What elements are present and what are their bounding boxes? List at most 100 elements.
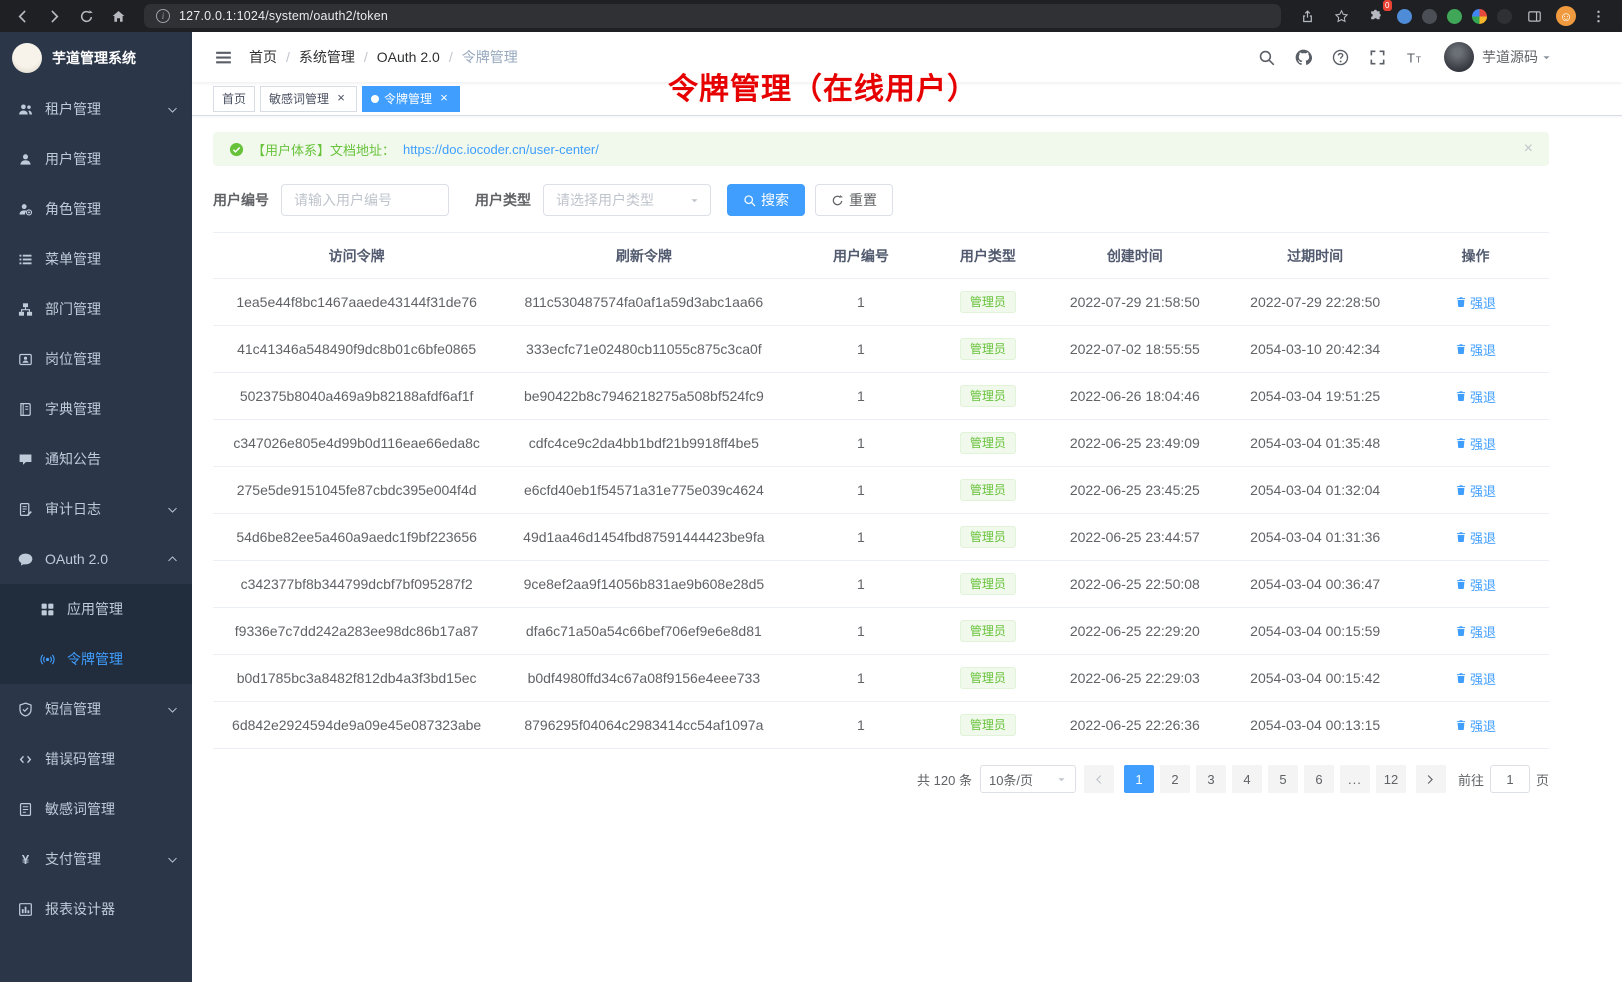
user-type-select[interactable]: 请选择用户类型: [543, 184, 711, 216]
extension-gray-icon[interactable]: [1422, 9, 1437, 24]
home-icon[interactable]: [106, 4, 130, 28]
page-12-button[interactable]: 12: [1376, 765, 1406, 793]
user-id-cell: 1: [787, 467, 934, 514]
table-row: 54d6be82ee5a460a9aedc1f9bf22365649d1aa46…: [213, 514, 1549, 561]
reset-button[interactable]: 重置: [815, 184, 893, 216]
page-size-select[interactable]: 10条/页: [980, 765, 1076, 793]
sidebar-item-role[interactable]: 角色管理: [0, 184, 192, 234]
fullscreen-icon[interactable]: [1360, 49, 1395, 66]
sidebar-item-oauth2-token[interactable]: 令牌管理: [0, 634, 192, 684]
sidebar-item-errcode[interactable]: 错误码管理: [0, 734, 192, 784]
access-token-cell: 1ea5e44f8bc1467aaede43144f31de76: [213, 279, 500, 326]
sidebar-item-dict[interactable]: 字典管理: [0, 384, 192, 434]
delete-icon: [1455, 389, 1467, 404]
sidebar-item-report[interactable]: 报表设计器: [0, 884, 192, 934]
side-panel-icon[interactable]: [1522, 4, 1546, 28]
user-type-badge: 管理员: [960, 291, 1016, 313]
tab-首页[interactable]: 首页: [213, 86, 255, 112]
help-icon[interactable]: [1323, 49, 1358, 66]
tab-令牌管理[interactable]: 令牌管理×: [362, 86, 460, 112]
expire-time-cell: 2054-03-04 00:15:59: [1228, 608, 1402, 655]
pager-ellipsis[interactable]: ...: [1340, 765, 1370, 793]
reload-icon[interactable]: [74, 4, 98, 28]
sidebar-item-dept[interactable]: 部门管理: [0, 284, 192, 334]
browser-menu-icon[interactable]: [1586, 4, 1610, 28]
access-token-cell: 502375b8040a469a9b82188afdf6af1f: [213, 373, 500, 420]
breadcrumb: 首页/系统管理/OAuth 2.0/令牌管理: [249, 47, 518, 67]
bookmark-star-icon[interactable]: [1329, 4, 1353, 28]
search-icon[interactable]: [1249, 49, 1284, 66]
github-icon[interactable]: [1286, 49, 1321, 66]
sidebar-item-menu[interactable]: 菜单管理: [0, 234, 192, 284]
sidebar-item-label: 支付管理: [45, 849, 167, 869]
force-logout-button[interactable]: 强退: [1455, 669, 1496, 688]
page-3-button[interactable]: 3: [1196, 765, 1226, 793]
hamburger-icon[interactable]: [206, 48, 241, 67]
force-logout-button[interactable]: 强退: [1455, 434, 1496, 453]
share-icon[interactable]: [1295, 4, 1319, 28]
user-id-cell: 1: [787, 514, 934, 561]
close-icon[interactable]: ×: [1524, 140, 1533, 158]
profile-avatar[interactable]: ☺: [1556, 6, 1576, 26]
force-logout-button[interactable]: 强退: [1455, 716, 1496, 735]
sidebar-item-log[interactable]: 审计日志: [0, 484, 192, 534]
force-logout-button[interactable]: 强退: [1455, 340, 1496, 359]
back-icon[interactable]: [10, 4, 34, 28]
access-token-cell: 54d6be82ee5a460a9aedc1f9bf223656: [213, 514, 500, 561]
page-5-button[interactable]: 5: [1268, 765, 1298, 793]
page-6-button[interactable]: 6: [1304, 765, 1334, 793]
sidebar-item-label: 部门管理: [45, 299, 178, 319]
force-logout-button[interactable]: 强退: [1455, 293, 1496, 312]
force-logout-button[interactable]: 强退: [1455, 387, 1496, 406]
page-2-button[interactable]: 2: [1160, 765, 1190, 793]
search-button[interactable]: 搜索: [727, 184, 805, 216]
column-header: 用户类型: [934, 233, 1041, 279]
fontsize-icon[interactable]: TT: [1397, 49, 1432, 66]
page-4-button[interactable]: 4: [1232, 765, 1262, 793]
next-page-button[interactable]: [1416, 765, 1446, 793]
sidebar-item-tenant[interactable]: 租户管理: [0, 84, 192, 134]
forward-icon[interactable]: [42, 4, 66, 28]
force-logout-button[interactable]: 强退: [1455, 622, 1496, 641]
column-header: 访问令牌: [213, 233, 500, 279]
close-icon[interactable]: ×: [437, 92, 451, 106]
sidebar-item-oauth2-app[interactable]: 应用管理: [0, 584, 192, 634]
prev-page-button[interactable]: [1084, 765, 1114, 793]
sidebar-item-pay[interactable]: ¥支付管理: [0, 834, 192, 884]
user-avatar[interactable]: [1444, 42, 1474, 72]
user-type-badge: 管理员: [960, 479, 1016, 501]
sidebar-item-label: 错误码管理: [45, 749, 178, 769]
force-logout-button[interactable]: 强退: [1455, 481, 1496, 500]
goto-page-input[interactable]: [1490, 765, 1530, 793]
extension-blue-icon[interactable]: [1397, 9, 1412, 24]
refresh-token-cell: cdfc4ce9c2da4bb1bdf21b9918ff4be5: [500, 420, 787, 467]
extension-black-icon[interactable]: [1497, 9, 1512, 24]
breadcrumb-item[interactable]: 首页: [249, 47, 277, 67]
user-type-badge: 管理员: [960, 526, 1016, 548]
extension-pinwheel-icon[interactable]: [1472, 9, 1487, 24]
extension-with-badge-icon[interactable]: 0: [1363, 4, 1387, 28]
chevron-down-icon[interactable]: [1541, 52, 1552, 63]
breadcrumb-item[interactable]: 系统管理: [299, 47, 355, 67]
page-1-button[interactable]: 1: [1124, 765, 1154, 793]
sidebar-item-notice[interactable]: 通知公告: [0, 434, 192, 484]
sidebar-item-user[interactable]: 用户管理: [0, 134, 192, 184]
tab-敏感词管理[interactable]: 敏感词管理×: [260, 86, 357, 112]
breadcrumb-item[interactable]: OAuth 2.0: [377, 49, 440, 65]
site-info-icon[interactable]: i: [156, 9, 170, 23]
doc-link[interactable]: https://doc.iocoder.cn/user-center/: [403, 142, 599, 157]
address-bar[interactable]: i 127.0.0.1:1024/system/oauth2/token: [144, 4, 1281, 28]
user-name[interactable]: 芋道源码: [1482, 47, 1538, 67]
sidebar-item-post[interactable]: 岗位管理: [0, 334, 192, 384]
force-logout-button[interactable]: 强退: [1455, 575, 1496, 594]
sidebar-item-oauth2[interactable]: OAuth 2.0: [0, 534, 192, 584]
app-logo[interactable]: 芋道管理系统: [0, 32, 192, 84]
sidebar-item-sensitive[interactable]: 敏感词管理: [0, 784, 192, 834]
app-window: 芋道管理系统 租户管理用户管理角色管理菜单管理部门管理岗位管理字典管理通知公告审…: [0, 32, 1622, 982]
extension-green-icon[interactable]: [1447, 9, 1462, 24]
refresh-token-cell: 49d1aa46d1454fbd87591444423be9fa: [500, 514, 787, 561]
force-logout-button[interactable]: 强退: [1455, 528, 1496, 547]
sidebar-item-sms[interactable]: 短信管理: [0, 684, 192, 734]
user-id-input[interactable]: [281, 184, 449, 216]
close-icon[interactable]: ×: [334, 92, 348, 106]
